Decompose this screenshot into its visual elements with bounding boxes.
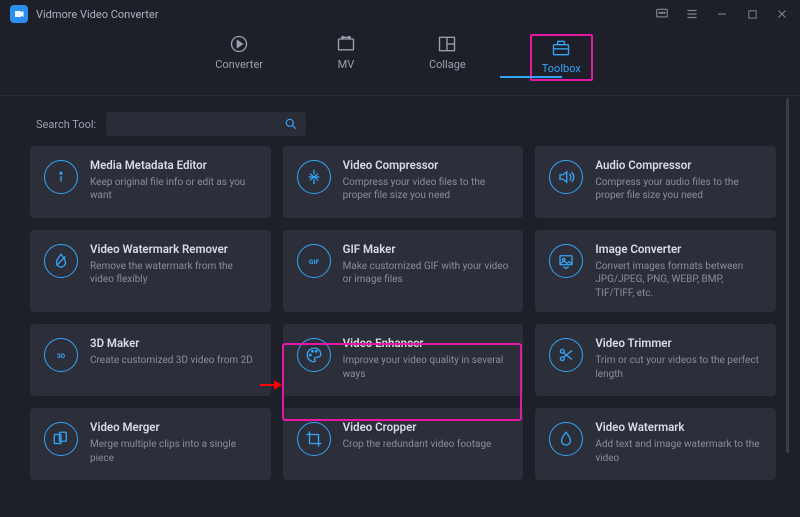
image-convert-icon — [549, 244, 583, 278]
tool-gif-maker[interactable]: GIF GIF Maker Make customized GIF with yo… — [283, 230, 524, 312]
tool-audio-compressor[interactable]: Audio Compressor Compress your audio file… — [535, 146, 776, 218]
palette-icon — [297, 338, 331, 372]
tool-desc: Make customized GIF with your video or i… — [343, 260, 510, 287]
tool-desc: Create customized 3D video from 2D — [90, 354, 257, 368]
close-button[interactable] — [774, 6, 790, 22]
info-icon — [44, 160, 78, 194]
audio-compress-icon — [549, 160, 583, 194]
water-icon — [549, 422, 583, 456]
minimize-button[interactable] — [714, 6, 730, 22]
titlebar: Vidmore Video Converter — [0, 0, 800, 28]
tool-title: Audio Compressor — [595, 158, 762, 173]
tab-mv-label: MV — [338, 58, 355, 71]
scrollbar[interactable] — [786, 98, 789, 453]
tool-title: Video Enhancer — [343, 336, 510, 351]
tool-desc: Merge multiple clips into a single piece — [90, 438, 257, 465]
active-tab-underline — [500, 76, 562, 78]
tool-title: Video Merger — [90, 420, 257, 435]
tool-title: GIF Maker — [343, 242, 510, 257]
tool-video-watermark[interactable]: Video Watermark Add text and image waterm… — [535, 408, 776, 480]
maximize-button[interactable] — [744, 6, 760, 22]
svg-text:3D: 3D — [57, 352, 66, 360]
tool-video-merger[interactable]: Video Merger Merge multiple clips into a … — [30, 408, 271, 480]
tool-desc: Compress your audio files to the proper … — [595, 176, 762, 203]
tool-desc: Add text and image watermark to the vide… — [595, 438, 762, 465]
tool-video-trimmer[interactable]: Video Trimmer Trim or cut your videos to … — [535, 324, 776, 396]
gif-icon: GIF — [297, 244, 331, 278]
tool-desc: Keep original file info or edit as you w… — [90, 176, 257, 203]
tool-video-enhancer[interactable]: Video Enhancer Improve your video quality… — [283, 324, 524, 396]
tool-video-watermark-remover[interactable]: Video Watermark Remover Remove the waterm… — [30, 230, 271, 312]
tool-title: Image Converter — [595, 242, 762, 257]
main-nav: Converter MV Collage Toolbox — [0, 28, 800, 96]
tools-grid: Media Metadata Editor Keep original file … — [30, 146, 776, 480]
tool-video-compressor[interactable]: Video Compressor Compress your video file… — [283, 146, 524, 218]
tab-mv[interactable]: MV — [327, 34, 365, 81]
search-box[interactable] — [106, 112, 306, 136]
tool-desc: Convert images formats between JPG/JPEG,… — [595, 260, 762, 301]
compress-icon — [297, 160, 331, 194]
tool-desc: Crop the redundant video footage — [343, 438, 510, 452]
tab-collage-label: Collage — [429, 58, 466, 71]
tool-title: Video Cropper — [343, 420, 510, 435]
search-row: Search Tool: — [0, 96, 800, 146]
search-label: Search Tool: — [36, 118, 96, 131]
search-icon[interactable] — [284, 117, 298, 131]
tab-toolbox[interactable]: Toolbox — [530, 34, 593, 81]
tool-title: 3D Maker — [90, 336, 257, 351]
tool-video-cropper[interactable]: Video Cropper Crop the redundant video fo… — [283, 408, 524, 480]
tab-toolbox-label: Toolbox — [542, 62, 581, 75]
tool-title: Video Trimmer — [595, 336, 762, 351]
feedback-icon[interactable] — [654, 6, 670, 22]
merge-icon — [44, 422, 78, 456]
scissors-icon — [549, 338, 583, 372]
window-controls — [654, 6, 790, 22]
tool-media-metadata-editor[interactable]: Media Metadata Editor Keep original file … — [30, 146, 271, 218]
tool-3d-maker[interactable]: 3D 3D Maker Create customized 3D video fr… — [30, 324, 271, 396]
menu-icon[interactable] — [684, 6, 700, 22]
threed-icon: 3D — [44, 338, 78, 372]
tool-title: Media Metadata Editor — [90, 158, 257, 173]
tab-converter-label: Converter — [215, 58, 263, 71]
tool-title: Video Watermark — [595, 420, 762, 435]
tool-desc: Compress your video files to the proper … — [343, 176, 510, 203]
tool-desc: Trim or cut your videos to the perfect l… — [595, 354, 762, 381]
droplet-icon — [44, 244, 78, 278]
tab-collage[interactable]: Collage — [421, 34, 474, 81]
tool-title: Video Watermark Remover — [90, 242, 257, 257]
tool-desc: Improve your video quality in several wa… — [343, 354, 510, 381]
app-title: Vidmore Video Converter — [36, 8, 158, 21]
tool-image-converter[interactable]: Image Converter Convert images formats be… — [535, 230, 776, 312]
svg-text:GIF: GIF — [309, 258, 320, 266]
search-input[interactable] — [114, 118, 284, 131]
tool-title: Video Compressor — [343, 158, 510, 173]
crop-icon — [297, 422, 331, 456]
app-logo-icon — [10, 5, 28, 23]
tool-desc: Remove the watermark from the video flex… — [90, 260, 257, 287]
tab-converter[interactable]: Converter — [207, 34, 271, 81]
